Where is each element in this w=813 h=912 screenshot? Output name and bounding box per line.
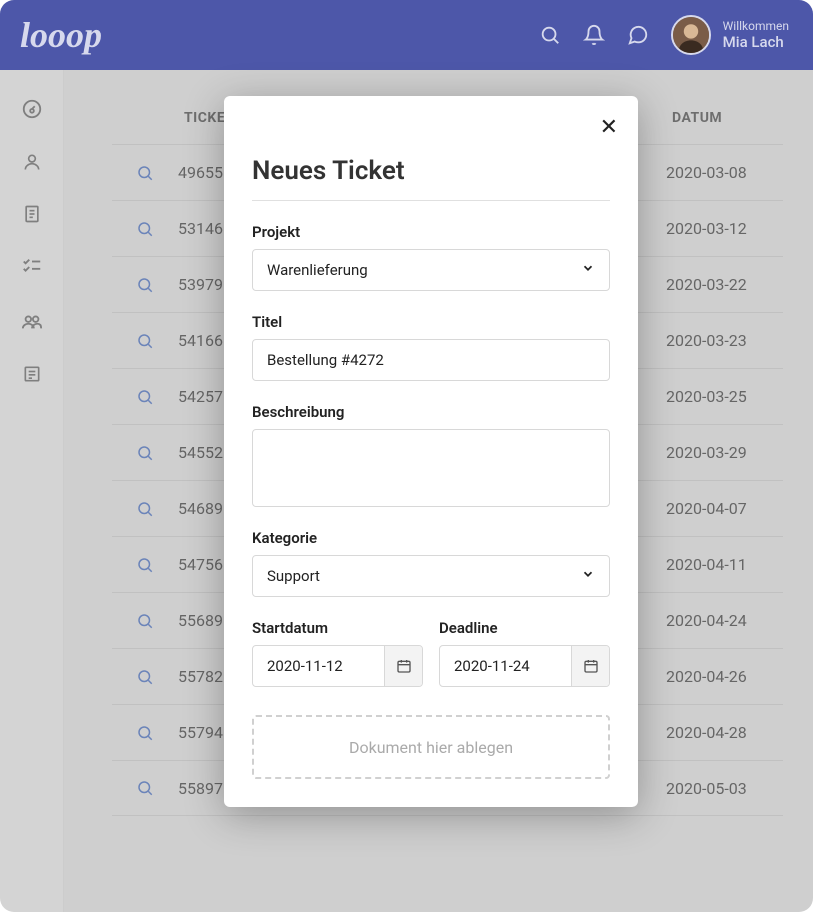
ticket-date: 2020-03-29	[666, 443, 747, 462]
deadline-input[interactable]: 2020-11-24	[439, 645, 610, 687]
ticket-date: 2020-03-22	[666, 275, 747, 294]
close-icon[interactable]: ✕	[600, 114, 618, 140]
search-icon[interactable]	[136, 556, 154, 574]
app-logo: looop	[20, 14, 102, 56]
search-icon[interactable]	[136, 164, 154, 182]
search-icon[interactable]	[136, 612, 154, 630]
search-icon[interactable]	[136, 332, 154, 350]
gauge-icon[interactable]	[21, 98, 43, 120]
titel-group: Titel Bestellung #4272	[252, 313, 610, 381]
search-icon[interactable]	[136, 500, 154, 518]
modal-title: Neues Ticket	[252, 156, 610, 201]
ticket-date: 2020-03-23	[666, 331, 747, 350]
header-datum: DATUM	[672, 110, 722, 126]
chat-icon[interactable]	[627, 24, 649, 46]
user-icon[interactable]	[22, 152, 42, 172]
kategorie-select[interactable]: Support	[252, 555, 610, 597]
news-icon[interactable]	[22, 364, 42, 384]
calendar-icon[interactable]	[384, 646, 422, 686]
topbar-right: Willkommen Mia Lach	[539, 15, 789, 55]
ticket-date: 2020-04-26	[666, 667, 747, 686]
search-icon[interactable]	[539, 24, 561, 46]
search-icon[interactable]	[136, 220, 154, 238]
search-icon[interactable]	[136, 444, 154, 462]
sidebar	[0, 70, 64, 912]
kategorie-group: Kategorie Support	[252, 529, 610, 597]
search-icon[interactable]	[136, 779, 154, 797]
document-dropzone[interactable]: Dokument hier ablegen	[252, 715, 610, 779]
document-icon[interactable]	[22, 204, 42, 224]
people-icon[interactable]	[21, 310, 43, 332]
checklist-icon[interactable]	[21, 256, 43, 278]
beschreibung-label: Beschreibung	[252, 403, 610, 421]
ticket-date: 2020-03-25	[666, 387, 747, 406]
ticket-date: 2020-04-07	[666, 499, 747, 518]
startdatum-value: 2020-11-12	[253, 646, 384, 686]
search-icon[interactable]	[136, 724, 154, 742]
titel-label: Titel	[252, 313, 610, 331]
calendar-icon[interactable]	[571, 646, 609, 686]
deadline-group: Deadline 2020-11-24	[439, 619, 610, 687]
startdatum-input[interactable]: 2020-11-12	[252, 645, 423, 687]
chevron-down-icon	[581, 567, 595, 585]
bell-icon[interactable]	[583, 24, 605, 46]
user-block[interactable]: Willkommen Mia Lach	[671, 15, 789, 55]
search-icon[interactable]	[136, 276, 154, 294]
search-icon[interactable]	[136, 668, 154, 686]
topbar: looop Willkommen Mia Lach	[0, 0, 813, 70]
ticket-date: 2020-04-28	[666, 723, 747, 742]
ticket-date: 2020-04-24	[666, 611, 747, 630]
app-frame: looop Willkommen Mia Lach	[0, 0, 813, 912]
date-row: Startdatum 2020-11-12 Deadline 2020-11-2…	[252, 619, 610, 687]
chevron-down-icon	[581, 261, 595, 279]
kategorie-value: Support	[267, 567, 320, 585]
ticket-date: 2020-05-03	[666, 779, 747, 798]
projekt-select[interactable]: Warenlieferung	[252, 249, 610, 291]
deadline-value: 2020-11-24	[440, 646, 571, 686]
projekt-label: Projekt	[252, 223, 610, 241]
welcome-label: Willkommen	[723, 19, 789, 33]
projekt-group: Projekt Warenlieferung	[252, 223, 610, 291]
search-icon[interactable]	[136, 388, 154, 406]
ticket-date: 2020-03-12	[666, 219, 747, 238]
kategorie-label: Kategorie	[252, 529, 610, 547]
titel-input[interactable]: Bestellung #4272	[252, 339, 610, 381]
avatar	[671, 15, 711, 55]
beschreibung-group: Beschreibung	[252, 403, 610, 507]
user-name: Mia Lach	[723, 33, 789, 51]
ticket-date: 2020-03-08	[666, 163, 747, 182]
new-ticket-modal: ✕ Neues Ticket Projekt Warenlieferung Ti…	[224, 96, 638, 807]
titel-value: Bestellung #4272	[267, 351, 384, 369]
startdatum-label: Startdatum	[252, 619, 423, 637]
beschreibung-textarea[interactable]	[252, 429, 610, 507]
ticket-date: 2020-04-11	[666, 555, 747, 574]
dropzone-label: Dokument hier ablegen	[349, 738, 513, 757]
user-text: Willkommen Mia Lach	[723, 19, 789, 51]
projekt-value: Warenlieferung	[267, 261, 368, 279]
startdatum-group: Startdatum 2020-11-12	[252, 619, 423, 687]
deadline-label: Deadline	[439, 619, 610, 637]
